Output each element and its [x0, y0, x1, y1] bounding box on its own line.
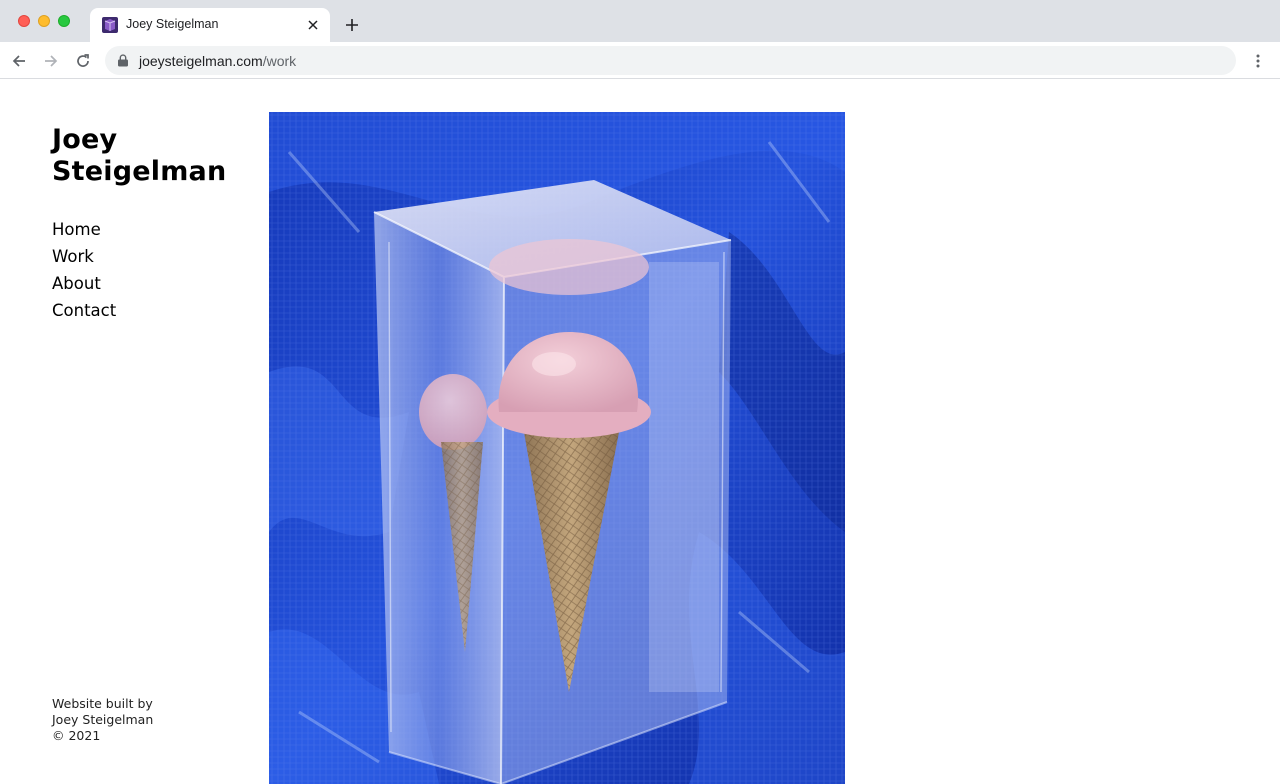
address-bar[interactable]: joeysteigelman.com/work [105, 46, 1236, 75]
ice-cream-sculpture-illustration [269, 112, 845, 784]
browser-toolbar: joeysteigelman.com/work [0, 42, 1280, 79]
reload-icon[interactable] [72, 50, 94, 72]
lock-icon [118, 54, 128, 67]
url-text: joeysteigelman.com/work [139, 53, 296, 69]
window-minimize-button[interactable] [38, 15, 50, 27]
window-close-button[interactable] [18, 15, 30, 27]
kebab-menu-icon[interactable] [1248, 51, 1268, 71]
site-nav: Home Work About Contact [52, 216, 116, 324]
site-title[interactable]: Joey Steigelman [52, 124, 252, 188]
plus-icon[interactable] [341, 14, 363, 36]
window-zoom-button[interactable] [58, 15, 70, 27]
site-title-line2: Steigelman [52, 156, 227, 187]
footer-author-line: Joey Steigelman [52, 712, 154, 727]
browser-tab-active[interactable]: Joey Steigelman [90, 8, 330, 42]
arrow-right-icon[interactable] [40, 50, 62, 72]
nav-link-work[interactable]: Work [52, 243, 116, 270]
nav-link-home[interactable]: Home [52, 216, 116, 243]
site-title-line1: Joey [52, 124, 118, 155]
arrow-left-icon[interactable] [8, 50, 30, 72]
footer-copyright: © 2021 [52, 728, 101, 743]
footer-credit-line: Website built by [52, 696, 153, 711]
nav-link-about[interactable]: About [52, 270, 116, 297]
tab-title: Joey Steigelman [126, 17, 219, 31]
web-page: Joey Steigelman Home Work About Contact … [0, 80, 1280, 784]
url-path: /work [262, 53, 297, 69]
nav-link-contact[interactable]: Contact [52, 297, 116, 324]
close-icon[interactable] [304, 16, 322, 34]
browser-tabstrip: Joey Steigelman [0, 0, 1280, 42]
artwork-image[interactable] [269, 112, 845, 784]
site-footer: Website built by Joey Steigelman © 2021 [52, 696, 212, 744]
joey-steigelman-favicon [102, 17, 118, 33]
url-host: joeysteigelman.com [139, 53, 263, 69]
